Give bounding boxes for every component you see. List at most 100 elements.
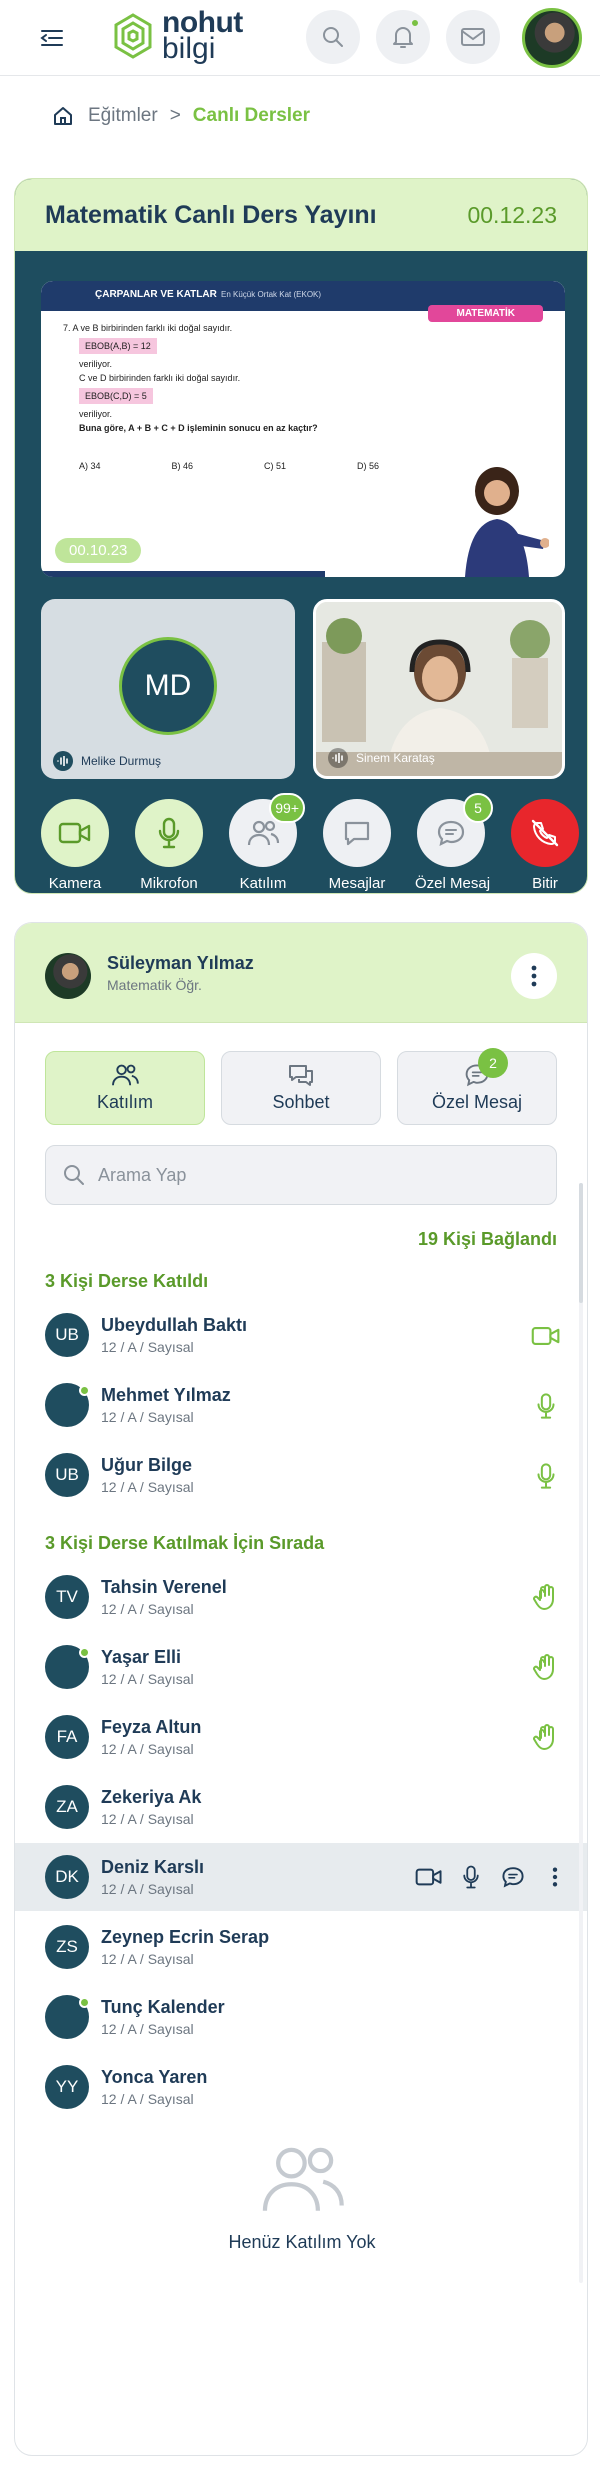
participant-tile-label: Sinem Karataş	[328, 748, 435, 768]
raised-hand-button[interactable]	[531, 1583, 561, 1613]
participant-name: Tunç Kalender	[101, 1997, 225, 2017]
private-message-button[interactable]: 5	[417, 793, 493, 867]
search-button[interactable]	[306, 10, 360, 64]
end-call-control[interactable]: Bitir	[509, 799, 581, 892]
messages-control-button[interactable]	[323, 799, 391, 867]
private-message-control[interactable]: 5 Özel Mesaj	[415, 793, 493, 892]
participant-row[interactable]: Yaşar Elli 12 / A / Sayısal	[15, 1633, 587, 1701]
participant-avatar: ZA	[45, 1785, 89, 1829]
row-more-button[interactable]	[541, 1863, 569, 1891]
microphone-icon	[158, 817, 180, 849]
microphone-label: Mikrofon	[140, 875, 198, 892]
row-message-button[interactable]	[499, 1863, 527, 1891]
users-icon	[112, 1064, 139, 1086]
tab-private-message[interactable]: Özel Mesaj 2	[397, 1048, 557, 1125]
question-line-3: C ve D birbirinden farklı iki doğal sayı…	[79, 373, 241, 383]
connected-count: 19 Kişi Bağlandı	[417, 1229, 557, 1249]
chat-bubble-icon	[502, 1867, 524, 1888]
question-line-2: veriliyor.	[79, 359, 113, 369]
participant-avatar: UB	[45, 1313, 89, 1357]
camera-button[interactable]	[41, 799, 109, 867]
participant-avatar: YY	[45, 2065, 89, 2109]
logo-mark-icon	[114, 13, 152, 59]
participant-avatar: DK	[45, 1855, 89, 1899]
slide-subject-badge: MATEMATİK	[428, 305, 543, 322]
participant-name: Yaşar Elli	[101, 1647, 182, 1667]
private-message-label: Özel Mesaj	[415, 875, 491, 892]
participant-name: Deniz Karslı	[101, 1857, 205, 1877]
notifications-button[interactable]	[376, 10, 430, 64]
logo[interactable]: nohut bilgi	[110, 8, 243, 65]
participant-row[interactable]: FA Feyza Altun 12 / A / Sayısal	[15, 1703, 587, 1771]
participants-scrollbar[interactable]	[579, 1183, 583, 2283]
users-empty-icon	[262, 2147, 344, 2211]
panel-more-button[interactable]	[511, 953, 557, 999]
messages-button[interactable]	[446, 10, 500, 64]
participant-tile-name: Melike Durmuş	[81, 754, 162, 768]
breadcrumb-separator: >	[169, 105, 181, 126]
online-status-dot	[79, 1385, 90, 1396]
participant-search-input[interactable]	[98, 1164, 518, 1186]
microphone-control[interactable]: Mikrofon	[133, 799, 205, 892]
end-call-button[interactable]	[511, 799, 579, 867]
teacher-role: Matematik Öğr.	[107, 977, 202, 993]
participants-tabs: Katılım Sohbet Özel Mesaj 2	[45, 1048, 557, 1125]
microphone-button[interactable]	[135, 799, 203, 867]
participant-row-selected[interactable]: DK Deniz Karslı 12 / A / Sayısal	[15, 1843, 587, 1911]
participant-row[interactable]: UB Uğur Bilge 12 / A / Sayısal	[15, 1441, 587, 1509]
participant-class: 12 / A / Sayısal	[101, 1409, 194, 1425]
participant-row[interactable]: UB Ubeydullah Baktı 12 / A / Sayısal	[15, 1301, 587, 1369]
more-vertical-icon	[531, 965, 537, 987]
participant-microphone-button[interactable]	[531, 1461, 561, 1491]
option-d: D) 56	[356, 461, 379, 471]
raised-hand-button[interactable]	[531, 1723, 561, 1753]
participant-avatar	[45, 1645, 90, 1689]
breadcrumb-item-trainings[interactable]: Eğitmler	[88, 105, 158, 127]
camera-control[interactable]: Kamera	[39, 799, 111, 892]
participant-camera-button[interactable]	[531, 1321, 561, 1351]
participant-row[interactable]: ZA Zekeriya Ak 12 / A / Sayısal	[15, 1773, 587, 1841]
participant-row[interactable]: YY Yonca Yaren 12 / A / Sayısal	[15, 2053, 587, 2121]
search-icon	[64, 1165, 84, 1185]
participation-button[interactable]: 99+	[229, 793, 305, 867]
participant-tile-melike[interactable]: MD Melike Durmuş	[41, 599, 295, 779]
slide-progress-bar	[41, 571, 325, 577]
row-microphone-button[interactable]	[457, 1863, 485, 1891]
participant-avatar	[45, 1383, 90, 1427]
participant-name: Yonca Yaren	[101, 2067, 208, 2087]
raised-hand-button[interactable]	[531, 1653, 561, 1683]
tab-participation[interactable]: Katılım	[45, 1051, 205, 1125]
messages-label: Mesajlar	[328, 875, 386, 892]
empty-state-label: Henüz Katılım Yok	[228, 2232, 376, 2252]
participant-row[interactable]: TV Tahsin Verenel 12 / A / Sayısal	[15, 1563, 587, 1631]
presentation-slide[interactable]: ÇARPANLAR VE KATLAR En Küçük Ortak Kat (…	[41, 281, 565, 577]
user-avatar[interactable]	[522, 8, 582, 68]
participant-microphone-button[interactable]	[531, 1391, 561, 1421]
audio-wave-icon	[328, 748, 348, 768]
participant-avatar: TV	[45, 1575, 89, 1619]
participant-name: Ubeydullah Baktı	[101, 1315, 248, 1335]
messages-control[interactable]: Mesajlar	[321, 799, 393, 892]
participant-row[interactable]: Tunç Kalender 12 / A / Sayısal	[15, 1983, 587, 2051]
participant-row[interactable]: Mehmet Yılmaz 12 / A / Sayısal	[15, 1371, 587, 1439]
live-lesson-date: 00.12.23	[467, 201, 557, 228]
microphone-icon	[463, 1865, 479, 1889]
question-line-5: Buna göre, A + B + C + D işleminin sonuc…	[79, 423, 318, 433]
row-camera-button[interactable]	[415, 1863, 443, 1891]
teacher-figure	[465, 467, 549, 577]
home-icon[interactable]	[52, 105, 74, 127]
live-lesson-card: Matematik Canlı Ders Yayını 00.12.23 ÇAR…	[14, 178, 588, 894]
joined-section-title: 3 Kişi Derse Katıldı	[45, 1271, 209, 1291]
participant-tile-sinem[interactable]: Sinem Karataş	[313, 599, 565, 779]
participant-name: Zeynep Ecrin Serap	[101, 1927, 270, 1947]
scrollbar-thumb[interactable]	[579, 1183, 583, 1303]
tab-chat[interactable]: Sohbet	[221, 1051, 381, 1125]
breadcrumb-item-live-lessons[interactable]: Canlı Dersler	[193, 105, 310, 127]
menu-toggle-button[interactable]	[38, 24, 66, 52]
logo-line-2: bilgi	[162, 32, 216, 65]
participation-control[interactable]: 99+ Katılım	[227, 793, 305, 892]
raised-hand-icon	[533, 1654, 554, 1680]
teacher-name: Süleyman Yılmaz	[107, 953, 254, 973]
participant-class: 12 / A / Sayısal	[101, 1811, 194, 1827]
participant-row[interactable]: ZS Zeynep Ecrin Serap 12 / A / Sayısal	[15, 1913, 587, 1981]
